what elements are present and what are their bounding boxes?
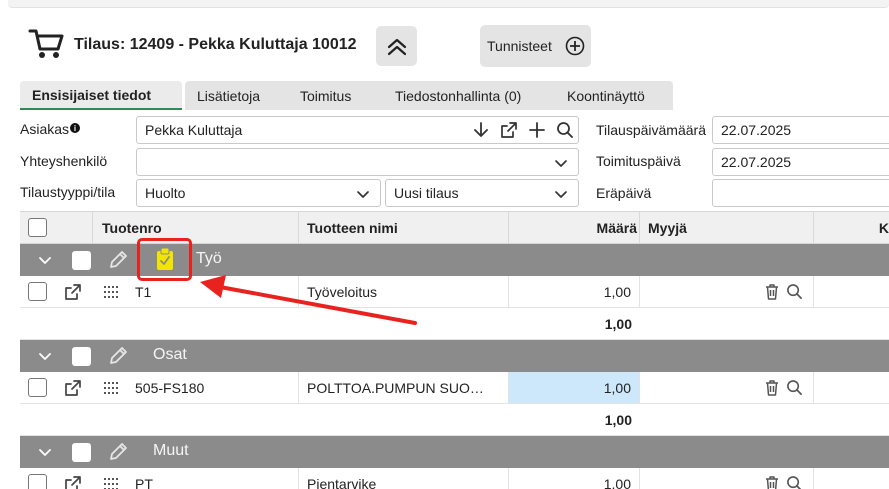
pencil-icon[interactable] xyxy=(107,249,129,271)
column-header-quantity[interactable]: Määrä xyxy=(509,212,640,243)
chevron-down-icon[interactable] xyxy=(38,351,52,363)
add-circle-icon xyxy=(565,36,585,56)
seller-cell[interactable] xyxy=(640,372,814,403)
open-external-icon[interactable] xyxy=(64,283,82,301)
delivery-date-value: 22.07.2025 xyxy=(721,154,792,170)
product-name-cell: Työveloitus xyxy=(299,276,509,307)
due-date-field[interactable] xyxy=(712,179,889,207)
table-row[interactable]: 505-FS180 POLTTOA.PUMPUN SUO… 1,00 xyxy=(20,372,889,404)
group-checkbox[interactable] xyxy=(72,443,91,462)
quantity-cell[interactable]: 1,00 xyxy=(509,276,640,307)
tab-file-management[interactable]: Tiedostonhallinta (0) xyxy=(383,81,572,110)
plus-icon[interactable] xyxy=(528,121,546,139)
order-header: Tilaus: 12409 - Pekka Kuluttaja 10012 Tu… xyxy=(0,20,889,72)
column-header-product-no[interactable]: Tuotenro xyxy=(93,212,299,243)
group-checkbox[interactable] xyxy=(72,251,91,270)
collapse-header-button[interactable] xyxy=(376,26,417,66)
row-checkbox-cell xyxy=(28,468,47,489)
open-external-icon[interactable] xyxy=(500,121,518,139)
arrow-down-icon[interactable] xyxy=(472,121,490,139)
product-no-cell: PT xyxy=(135,468,299,489)
group-total-row: 1,00 xyxy=(20,404,889,436)
chevron-down-icon xyxy=(357,191,369,198)
pencil-icon[interactable] xyxy=(107,345,129,367)
order-type-label: Tilaustyyppi/tila xyxy=(20,184,116,200)
column-header-seller[interactable]: Myyjä xyxy=(640,212,814,243)
chevron-down-icon[interactable] xyxy=(38,447,52,459)
row-checkbox-cell xyxy=(28,372,47,403)
group-row-other: Muut xyxy=(20,436,889,468)
row-checkbox-cell xyxy=(28,276,47,307)
chevron-down-icon[interactable] xyxy=(38,255,52,267)
customer-label-text: Asiakas xyxy=(20,121,70,137)
trash-icon[interactable] xyxy=(764,379,780,397)
contact-label: Yhteyshenkilö xyxy=(20,153,108,169)
drag-handle-icon[interactable] xyxy=(104,286,118,298)
seller-cell[interactable] xyxy=(640,468,814,489)
top-strip xyxy=(8,0,889,8)
search-icon[interactable] xyxy=(556,121,574,139)
order-date-field[interactable]: 22.07.2025 xyxy=(712,116,889,144)
info-icon[interactable]: i xyxy=(70,123,81,133)
double-chevron-up-icon xyxy=(387,38,406,56)
quantity-cell[interactable]: 1,00 xyxy=(509,372,640,403)
open-external-icon[interactable] xyxy=(64,475,82,489)
header-select-cell xyxy=(20,212,93,243)
customer-value: Pekka Kuluttaja xyxy=(145,122,243,138)
open-external-icon[interactable] xyxy=(64,379,82,397)
product-name-cell: POLTTOA.PUMPUN SUO… xyxy=(299,372,509,403)
table-row[interactable]: PT Pientarvike 1,00 xyxy=(20,468,889,489)
group-name: Työ xyxy=(196,250,222,267)
order-status-value: Uusi tilaus xyxy=(394,185,459,201)
order-status-select[interactable]: Uusi tilaus xyxy=(385,179,579,207)
seller-cell[interactable] xyxy=(640,276,814,307)
contact-select[interactable] xyxy=(136,148,579,176)
customer-label: Asiakas i xyxy=(20,121,81,137)
tab-primary-info[interactable]: Ensisijaiset tiedot xyxy=(20,81,182,110)
due-date-label: Eräpäivä xyxy=(596,185,652,201)
select-all-checkbox[interactable] xyxy=(28,218,47,237)
group-total-value: 1,00 xyxy=(604,315,632,332)
group-total-value: 1,00 xyxy=(604,411,632,428)
order-date-label: Tilauspäivämäärä xyxy=(596,122,706,138)
row-checkbox[interactable] xyxy=(28,474,47,489)
tags-button-label: Tunnisteet xyxy=(487,38,552,54)
product-no-cell: 505-FS180 xyxy=(135,372,299,403)
drag-handle-icon[interactable] xyxy=(104,478,118,489)
drag-handle-icon[interactable] xyxy=(104,382,118,394)
customer-field[interactable]: Pekka Kuluttaja xyxy=(136,116,579,144)
annotation-highlight-box xyxy=(137,238,192,281)
pencil-icon[interactable] xyxy=(107,441,129,463)
search-icon[interactable] xyxy=(786,475,803,489)
group-checkbox[interactable] xyxy=(72,347,91,366)
column-header-extra[interactable]: K xyxy=(814,212,889,243)
product-name-cell: Pientarvike xyxy=(299,468,509,489)
order-type-value: Huolto xyxy=(145,185,186,201)
column-header-product-name[interactable]: Tuotteen nimi xyxy=(299,212,509,243)
group-name: Muut xyxy=(153,442,189,459)
trash-icon[interactable] xyxy=(764,475,780,489)
tab-dashboard[interactable]: Koontinäyttö xyxy=(555,81,673,110)
order-type-select[interactable]: Huolto xyxy=(136,179,381,207)
order-date-value: 22.07.2025 xyxy=(721,122,792,138)
chevron-down-icon xyxy=(555,160,567,167)
quantity-cell[interactable]: 1,00 xyxy=(509,468,640,489)
row-checkbox[interactable] xyxy=(28,378,47,397)
group-row-parts: Osat xyxy=(20,340,889,372)
delivery-date-field[interactable]: 22.07.2025 xyxy=(712,148,889,176)
cart-icon xyxy=(28,27,64,66)
tags-button[interactable]: Tunnisteet xyxy=(480,25,591,67)
search-icon[interactable] xyxy=(786,379,803,396)
page-title: Tilaus: 12409 - Pekka Kuluttaja 10012 xyxy=(74,36,357,53)
search-icon[interactable] xyxy=(786,283,803,300)
row-checkbox[interactable] xyxy=(28,282,47,301)
chevron-down-icon xyxy=(555,191,567,198)
tab-additional-info[interactable]: Lisätietoja xyxy=(185,81,304,110)
trash-icon[interactable] xyxy=(764,283,780,301)
group-total-row: 1,00 xyxy=(20,308,889,340)
delivery-date-label: Toimituspäivä xyxy=(596,153,681,169)
group-name: Osat xyxy=(153,346,187,363)
